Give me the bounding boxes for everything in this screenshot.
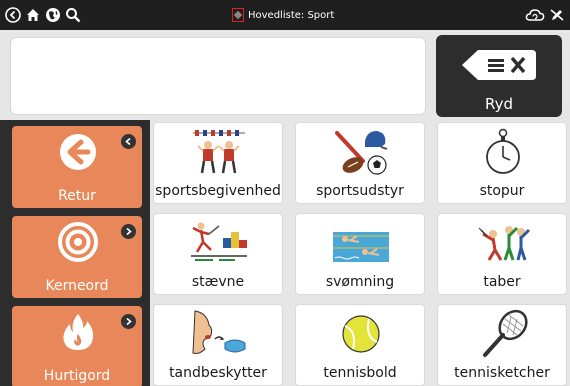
cloud-sync-icon[interactable] xyxy=(524,6,546,24)
symbol-stopur[interactable]: stopur xyxy=(437,122,567,204)
symbol-tennisbold[interactable]: tennisbold xyxy=(295,304,425,386)
sports-equipment-icon xyxy=(335,131,388,175)
symbol-tennisketcher[interactable]: tennisketcher xyxy=(437,304,567,386)
symbol-label: tennisketcher xyxy=(454,365,550,381)
symbol-label: stævne xyxy=(191,274,245,290)
mouthguard-icon xyxy=(192,310,246,354)
symbol-label: stopur xyxy=(479,183,525,199)
back-icon[interactable] xyxy=(4,6,22,24)
symbol-label: taber xyxy=(483,274,521,290)
list-title-text: Hovedliste: Sport xyxy=(248,9,335,21)
corner-arrow-icon xyxy=(121,134,136,149)
symbol-label: tennisbold xyxy=(323,365,397,381)
symbol-tandbeskytter[interactable]: tandbeskytter xyxy=(153,304,283,386)
loser-icon xyxy=(478,226,531,261)
list-title-marker-icon xyxy=(232,8,244,22)
flame-icon xyxy=(63,314,94,350)
status-bar: Hovedliste: Sport xyxy=(0,0,570,30)
category-retur-label: Retur xyxy=(58,188,96,204)
corner-arrow-icon xyxy=(121,224,136,239)
tennis-ball-icon xyxy=(342,315,380,353)
clear-backspace-icon xyxy=(462,50,536,80)
category-kerneord-button[interactable]: Kerneord xyxy=(12,216,142,298)
message-bar[interactable] xyxy=(10,37,426,115)
back-arrow-icon xyxy=(60,134,96,170)
stopwatch-icon xyxy=(486,128,520,174)
symbol-label: svømning xyxy=(325,274,395,290)
corner-arrow-icon xyxy=(121,314,136,329)
globe-icon[interactable] xyxy=(44,6,62,24)
app-window: Hovedliste: Sport Ryd Retur Kerneord Hur… xyxy=(0,0,570,386)
search-icon[interactable] xyxy=(64,6,82,24)
category-hurtigord-label: Hurtigord xyxy=(43,368,111,384)
sports-event-icon xyxy=(193,130,245,174)
clear-button-label: Ryd xyxy=(484,95,513,113)
category-kerneord-label: Kerneord xyxy=(45,278,109,294)
competition-icon xyxy=(191,222,247,261)
edit-disabled-icon[interactable] xyxy=(548,6,566,24)
symbol-sportsbegivenhed[interactable]: sportsbegivenhed xyxy=(153,122,283,204)
category-retur-button[interactable]: Retur xyxy=(12,126,142,208)
symbol-taber[interactable]: taber xyxy=(437,213,567,295)
list-title: Hovedliste: Sport xyxy=(232,6,334,24)
clear-button[interactable]: Ryd xyxy=(436,35,562,117)
symbol-label: sportsudstyr xyxy=(316,183,404,199)
symbol-staevne[interactable]: stævne xyxy=(153,213,283,295)
symbol-label: sportsbegivenhed xyxy=(155,183,281,199)
home-icon[interactable] xyxy=(24,6,42,24)
swimming-icon xyxy=(333,232,389,262)
category-hurtigord-button[interactable]: Hurtigord xyxy=(12,306,142,386)
tennis-racket-icon xyxy=(483,309,528,357)
symbol-label: tandbeskytter xyxy=(169,365,267,381)
target-icon xyxy=(58,222,98,262)
category-panel: Retur Kerneord Hurtigord xyxy=(0,120,150,386)
symbol-sportsudstyr[interactable]: sportsudstyr xyxy=(295,122,425,204)
symbol-svoemning[interactable]: svømning xyxy=(295,213,425,295)
